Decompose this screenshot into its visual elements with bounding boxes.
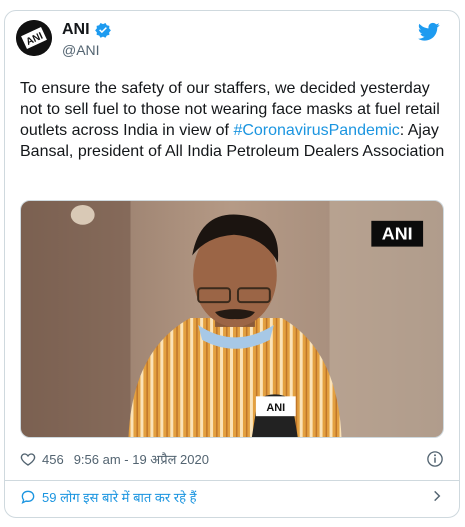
heart-icon[interactable] (20, 451, 36, 467)
conversation-label: 59 लोग इस बारे में बात कर रहे हैं (42, 490, 197, 505)
info-icon[interactable] (426, 450, 444, 468)
tweet-text: To ensure the safety of our staffers, we… (20, 78, 446, 162)
video-frame: ANI ANI (21, 201, 443, 437)
conversation-link[interactable]: 59 लोग इस बारे में बात कर रहे हैं (20, 487, 444, 507)
tweet-timestamp[interactable]: 9:56 am - 19 अप्रैल 2020 (74, 450, 209, 468)
like-count: 456 (42, 451, 64, 467)
tweet-header: ANI ANI @ANI (16, 20, 440, 70)
display-name[interactable]: ANI (62, 21, 90, 39)
ani-watermark: ANI (382, 224, 413, 244)
chevron-right-icon[interactable] (430, 489, 444, 503)
verified-badge-icon (94, 23, 111, 38)
tweet-media-image[interactable]: ANI ANI (20, 200, 444, 438)
svg-text:ANI: ANI (266, 402, 285, 414)
user-handle[interactable]: @ANI (62, 42, 100, 58)
name-row: ANI (62, 20, 112, 40)
ani-logo: ANI (16, 20, 52, 56)
twitter-bird-icon[interactable] (418, 22, 440, 42)
tweet-actions: 456 9:56 am - 19 अप्रैल 2020 (20, 448, 444, 470)
avatar[interactable]: ANI (16, 20, 52, 56)
footer-divider (4, 480, 460, 481)
speech-bubble-icon (21, 490, 35, 504)
hashtag-link[interactable]: #CoronavirusPandemic (233, 122, 399, 139)
